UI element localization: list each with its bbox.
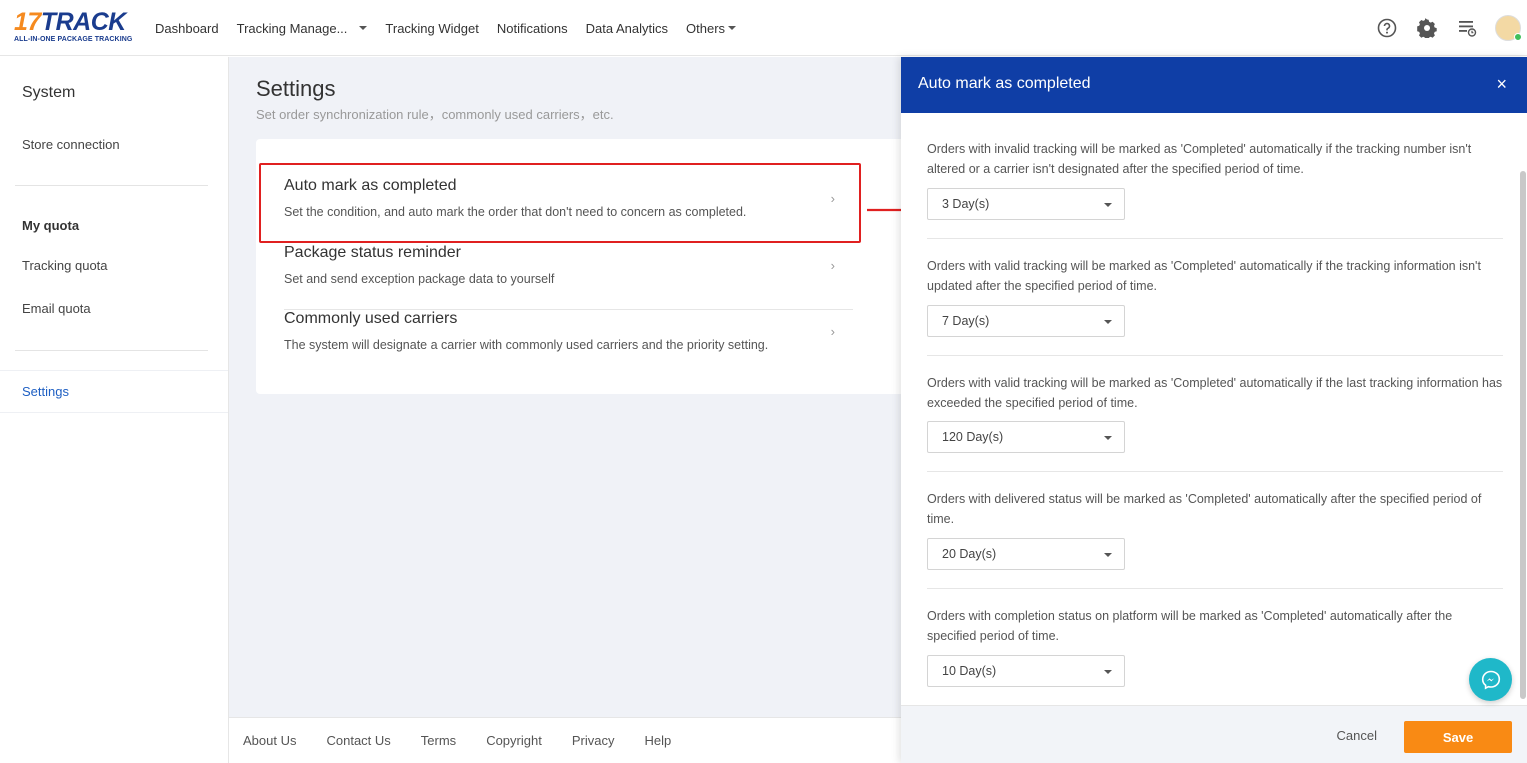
messenger-icon — [1481, 670, 1500, 690]
auto-mark-drawer: Auto mark as completed × Orders with inv… — [901, 57, 1527, 763]
rule-text: Orders with valid tracking will be marke… — [927, 376, 1503, 410]
sidebar-item-tracking-quota[interactable]: Tracking quota — [22, 258, 108, 273]
close-icon[interactable]: × — [1496, 74, 1507, 94]
footer-link-terms[interactable]: Terms — [421, 733, 456, 748]
top-icons — [1375, 0, 1527, 56]
footer-link-copyright[interactable]: Copyright — [486, 733, 542, 748]
days-select[interactable]: 3 Day(s) — [927, 188, 1125, 220]
help-icon[interactable] — [1375, 16, 1399, 40]
rule-valid-not-updated: Orders with valid tracking will be marke… — [927, 257, 1503, 337]
sidebar-section-my-quota: My quota — [22, 218, 80, 233]
rule-text: Orders with invalid tracking will be mar… — [927, 142, 1472, 176]
rule-text: Orders with completion status on platfor… — [927, 609, 1453, 643]
nav-others-label: Others — [686, 20, 726, 36]
gear-icon[interactable] — [1415, 16, 1439, 40]
sidebar-item-settings-label: Settings — [22, 384, 69, 399]
chevron-down-icon — [1104, 553, 1112, 557]
nav-notifications[interactable]: Notifications — [497, 21, 568, 36]
highlight-box — [259, 163, 861, 243]
sidebar-divider — [15, 185, 208, 186]
chevron-down-icon — [1104, 320, 1112, 324]
chevron-down-icon — [359, 26, 368, 30]
nav-dashboard-label: Dashboard — [155, 20, 219, 36]
logo[interactable]: 17TRACK ALL-IN-ONE PACKAGE TRACKING — [14, 9, 134, 45]
days-select[interactable]: 20 Day(s) — [927, 538, 1125, 570]
footer-link-help[interactable]: Help — [644, 733, 671, 748]
drawer-header: Auto mark as completed × — [901, 57, 1527, 113]
days-select[interactable]: 120 Day(s) — [927, 421, 1125, 453]
sidebar: System Store connection My quota Trackin… — [0, 57, 229, 763]
select-value: 20 Day(s) — [942, 547, 997, 561]
main-nav: Dashboard Tracking Manage... Tracking Wi… — [155, 0, 754, 56]
rule-text: Orders with valid tracking will be marke… — [927, 259, 1481, 293]
logo-tagline: ALL-IN-ONE PACKAGE TRACKING — [14, 36, 133, 43]
footer: About Us Contact Us Terms Copyright Priv… — [229, 717, 901, 763]
rule-invalid-tracking: Orders with invalid tracking will be mar… — [927, 140, 1503, 220]
page-title: Settings — [256, 76, 336, 101]
nav-others[interactable]: Others — [686, 20, 737, 36]
sidebar-item-settings[interactable]: Settings — [0, 370, 228, 413]
chevron-down-icon — [728, 26, 737, 30]
select-value: 3 Day(s) — [942, 197, 990, 211]
select-value: 7 Day(s) — [942, 314, 990, 328]
task-list-icon[interactable] — [1455, 16, 1479, 40]
rule-platform-completion: Orders with completion status on platfor… — [927, 607, 1503, 687]
nav-notifications-label: Notifications — [496, 20, 568, 36]
setting-description: Set and send exception package data to y… — [284, 272, 555, 286]
select-value: 10 Day(s) — [942, 664, 997, 678]
nav-tracking-widget[interactable]: Tracking Widget — [385, 21, 478, 36]
sidebar-item-email-quota[interactable]: Email quota — [22, 301, 91, 316]
divider — [927, 238, 1503, 239]
sidebar-item-store-connection[interactable]: Store connection — [22, 137, 120, 152]
rule-valid-exceeded: Orders with valid tracking will be marke… — [927, 374, 1503, 453]
sidebar-divider — [15, 350, 208, 351]
setting-title: Commonly used carriers — [284, 310, 458, 327]
sidebar-title: System — [22, 84, 76, 101]
drawer-footer: Cancel Save — [901, 705, 1527, 763]
nav-data-analytics[interactable]: Data Analytics — [586, 21, 668, 36]
setting-description: The system will designate a carrier with… — [284, 338, 769, 352]
footer-link-privacy[interactable]: Privacy — [572, 733, 615, 748]
chat-button[interactable] — [1469, 658, 1512, 701]
online-status-dot — [1514, 33, 1522, 41]
nav-tracking-management-label: Tracking Manage... — [236, 20, 348, 36]
days-select[interactable]: 10 Day(s) — [927, 655, 1125, 687]
divider — [927, 355, 1503, 356]
chevron-down-icon — [1104, 203, 1112, 207]
rule-text: Orders with delivered status will be mar… — [927, 492, 1482, 526]
chevron-right-icon: › — [830, 258, 835, 273]
footer-link-about-us[interactable]: About Us — [243, 733, 296, 748]
chevron-down-icon — [1104, 436, 1112, 440]
top-navigation-bar: 17TRACK ALL-IN-ONE PACKAGE TRACKING Dash… — [0, 0, 1527, 56]
avatar[interactable] — [1495, 15, 1522, 41]
divider — [927, 471, 1503, 472]
logo-number: 17 — [14, 8, 41, 36]
scrollbar-thumb[interactable] — [1520, 171, 1526, 699]
nav-tracking-widget-label: Tracking Widget — [385, 20, 479, 36]
scrollbar[interactable] — [1519, 113, 1527, 703]
setting-commonly-used-carriers[interactable]: Commonly used carriers The system will d… — [284, 310, 853, 376]
drawer-title: Auto mark as completed — [918, 75, 1091, 92]
setting-title: Package status reminder — [284, 244, 461, 261]
footer-link-contact-us[interactable]: Contact Us — [326, 733, 390, 748]
select-value: 120 Day(s) — [942, 430, 1004, 444]
setting-package-status-reminder[interactable]: Package status reminder Set and send exc… — [284, 244, 853, 310]
rule-delivered: Orders with delivered status will be mar… — [927, 490, 1503, 570]
divider — [927, 588, 1503, 589]
chevron-down-icon — [1104, 670, 1112, 674]
logo-text: TRACK — [40, 8, 127, 36]
cancel-button[interactable]: Cancel — [1337, 728, 1377, 743]
days-select[interactable]: 7 Day(s) — [927, 305, 1125, 337]
nav-tracking-management[interactable]: Tracking Manage... — [237, 21, 368, 36]
save-button[interactable]: Save — [1404, 721, 1512, 753]
nav-dashboard[interactable]: Dashboard — [155, 21, 219, 36]
chevron-right-icon: › — [830, 324, 835, 339]
nav-data-analytics-label: Data Analytics — [585, 20, 669, 36]
page-subtitle: Set order synchronization rule，commonly … — [256, 107, 614, 122]
